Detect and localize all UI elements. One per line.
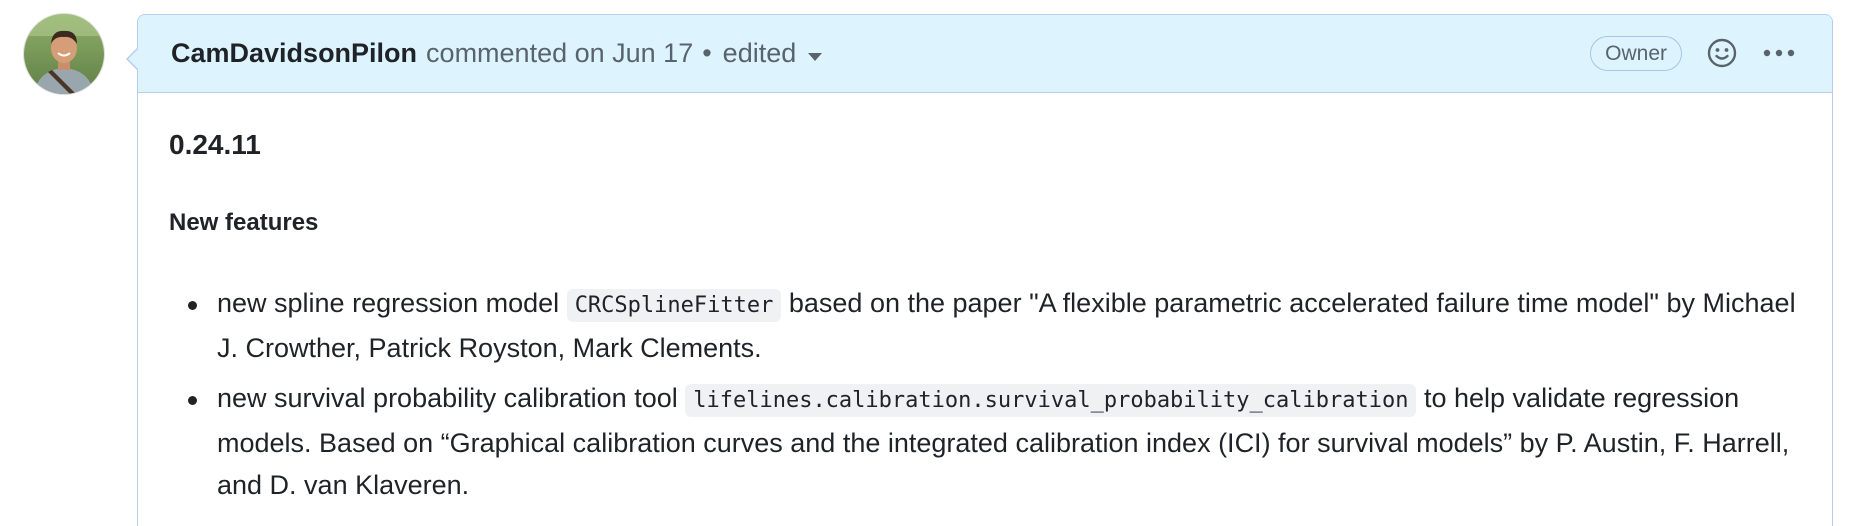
edited-history-dropdown[interactable]: edited bbox=[723, 40, 823, 67]
comment-timestamp[interactable]: commented on Jun 17 bbox=[426, 40, 693, 67]
comment-author-link[interactable]: CamDavidsonPilon bbox=[171, 40, 417, 67]
release-version-heading: 0.24.11 bbox=[169, 129, 261, 160]
smiley-icon bbox=[1707, 38, 1737, 68]
author-avatar[interactable] bbox=[24, 14, 104, 94]
avatar-photo-icon bbox=[24, 14, 104, 94]
inline-code: CRCSplineFitter bbox=[566, 289, 782, 322]
issue-comment-page: CamDavidsonPilon commented on Jun 17 • e… bbox=[0, 0, 1856, 526]
features-list: new spline regression model CRCSplineFit… bbox=[169, 282, 1802, 514]
comment-actions: Owner bbox=[1590, 15, 1798, 91]
add-reaction-button[interactable] bbox=[1704, 35, 1740, 71]
kebab-horizontal-icon bbox=[1763, 49, 1795, 57]
comment-header: CamDavidsonPilon commented on Jun 17 • e… bbox=[138, 15, 1832, 93]
list-item: new spline regression model CRCSplineFit… bbox=[188, 282, 1802, 369]
feature-text: new spline regression model bbox=[217, 288, 567, 318]
feature-text: new survival probability calibration too… bbox=[217, 383, 686, 413]
comment-options-button[interactable] bbox=[1760, 35, 1798, 71]
caret-down-icon bbox=[808, 52, 823, 61]
edited-label: edited bbox=[722, 38, 797, 68]
list-item: new survival probability calibration too… bbox=[188, 377, 1802, 506]
comment-meta: commented on Jun 17 • edited bbox=[426, 38, 823, 68]
owner-role-badge: Owner bbox=[1590, 35, 1682, 71]
meta-separator: • bbox=[702, 38, 712, 68]
comment-pointer bbox=[126, 47, 138, 71]
comment-box: CamDavidsonPilon commented on Jun 17 • e… bbox=[126, 14, 1833, 526]
inline-code: lifelines.calibration.survival_probabili… bbox=[685, 384, 1417, 417]
new-features-heading: New features bbox=[169, 209, 319, 236]
